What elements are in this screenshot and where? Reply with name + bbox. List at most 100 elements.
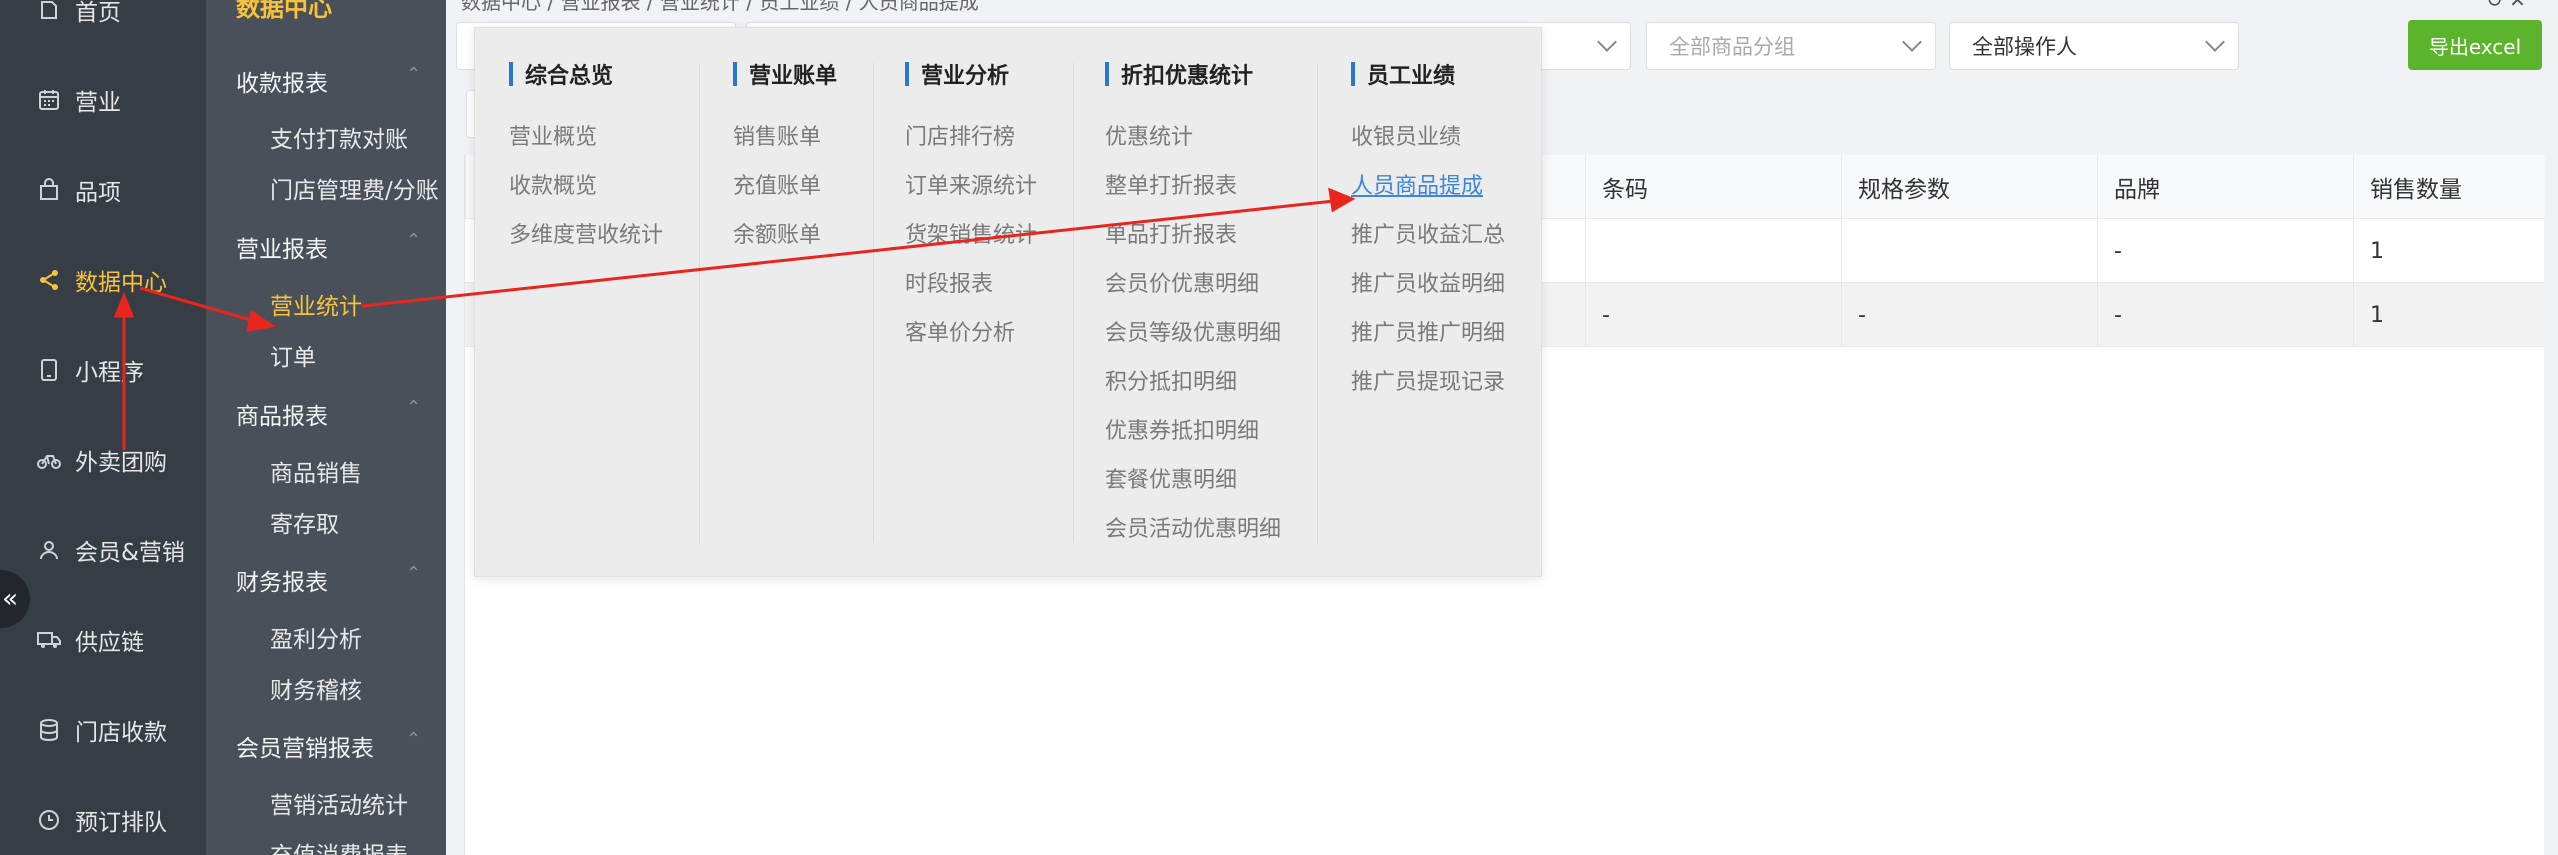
- table-cell: -: [1585, 283, 1841, 347]
- sub-section-member-marketing[interactable]: 会员营销报表 ⌃: [236, 729, 421, 763]
- sub-item-recharge-report[interactable]: 充值消费报表: [270, 836, 408, 855]
- menu-item-avg-ticket[interactable]: 客单价分析: [905, 315, 1015, 347]
- operator-select[interactable]: 全部操作人: [1949, 22, 2239, 70]
- table-cell: [1841, 219, 2097, 283]
- sub-section-finance-reports[interactable]: 财务报表 ⌃: [236, 563, 421, 597]
- menu-item-store-ranking[interactable]: 门店排行榜: [905, 119, 1015, 151]
- share-icon: [36, 267, 62, 293]
- table-cell: 1: [2353, 219, 2545, 283]
- menu-item-combo[interactable]: 套餐优惠明细: [1105, 462, 1237, 494]
- bag-icon: [36, 177, 62, 203]
- double-chevron-left-icon: «: [2, 584, 18, 614]
- nav-item-label: 外卖团购: [75, 450, 167, 476]
- table-cell: 1: [2353, 283, 2545, 347]
- nav-item-label: 首页: [75, 0, 121, 26]
- table-cell: -: [2097, 283, 2353, 347]
- nav-item-label: 品项: [75, 180, 121, 206]
- menu-item-staff-commission[interactable]: 人员商品提成: [1351, 168, 1483, 200]
- nav-item-store-payment[interactable]: 门店收款: [0, 700, 206, 760]
- sub-section-product-reports[interactable]: 商品报表 ⌃: [236, 397, 421, 431]
- menu-item-order-discount[interactable]: 整单打折报表: [1105, 168, 1237, 200]
- chevron-down-icon: [1597, 32, 1617, 52]
- home-icon: [36, 0, 62, 23]
- divider: [699, 63, 700, 543]
- product-group-select[interactable]: 全部商品分组: [1646, 22, 1936, 70]
- sub-item-product-sales[interactable]: 商品销售: [270, 454, 362, 488]
- menu-item-member-price[interactable]: 会员价优惠明细: [1105, 266, 1259, 298]
- calendar-icon: [36, 87, 62, 113]
- chevron-down-icon: [2205, 32, 2225, 52]
- nav-item-products[interactable]: 品项: [0, 160, 206, 220]
- nav-item-label: 营业: [75, 90, 121, 116]
- menu-item-promoter-summary[interactable]: 推广员收益汇总: [1351, 217, 1505, 249]
- menu-item-order-source[interactable]: 订单来源统计: [905, 168, 1037, 200]
- menu-item-payment-overview[interactable]: 收款概览: [509, 168, 597, 200]
- chevron-down-icon: [1902, 32, 1922, 52]
- menu-item-coupon[interactable]: 优惠券抵扣明细: [1105, 413, 1259, 445]
- nav-item-delivery[interactable]: 外卖团购: [0, 430, 206, 490]
- sub-section-business-reports[interactable]: 营业报表 ⌃: [236, 230, 421, 264]
- menu-item-time-report[interactable]: 时段报表: [905, 266, 993, 298]
- sub-item-profit-analysis[interactable]: 盈利分析: [270, 620, 362, 654]
- nav-item-data-center[interactable]: 数据中心: [0, 250, 206, 310]
- menu-item-member-activity[interactable]: 会员活动优惠明细: [1105, 511, 1281, 543]
- sub-item-business-stats[interactable]: 营业统计: [270, 287, 362, 321]
- menu-item-promoter-withdraw[interactable]: 推广员提现记录: [1351, 364, 1505, 396]
- menu-item-balance-bill[interactable]: 余额账单: [733, 217, 821, 249]
- table-cell: -: [1841, 283, 2097, 347]
- export-excel-button[interactable]: 导出excel: [2408, 20, 2542, 70]
- menu-column-title-discount: 折扣优惠统计: [1105, 58, 1253, 90]
- table-header-brand: 品牌: [2097, 155, 2353, 219]
- nav-item-supply-chain[interactable]: 供应链: [0, 610, 206, 670]
- chevron-up-icon: ⌃: [406, 397, 422, 418]
- chevron-up-icon: ⌃: [406, 64, 422, 85]
- menu-item-member-level[interactable]: 会员等级优惠明细: [1105, 315, 1281, 347]
- menu-item-multi-revenue[interactable]: 多维度营收统计: [509, 217, 663, 249]
- sub-nav: 数据中心 收款报表 ⌃ 支付打款对账 门店管理费/分账 营业报表 ⌃ 营业统计 订单…: [206, 0, 446, 855]
- menu-column-title-staff: 员工业绩: [1351, 58, 1455, 90]
- nav-item-home[interactable]: 首页: [0, 0, 206, 40]
- sub-item-storage[interactable]: 寄存取: [270, 505, 339, 539]
- nav-item-member[interactable]: 会员&营销: [0, 520, 206, 580]
- sub-item-store-fee[interactable]: 门店管理费/分账: [270, 171, 439, 205]
- clock-icon: [36, 807, 62, 833]
- nav-item-label: 数据中心: [75, 270, 167, 296]
- refresh-close-icons[interactable]: ↻ ✕: [2486, 0, 2526, 12]
- menu-item-recharge-bill[interactable]: 充值账单: [733, 168, 821, 200]
- nav-item-business[interactable]: 营业: [0, 70, 206, 130]
- sub-item-orders[interactable]: 订单: [270, 338, 316, 372]
- menu-item-sales-bill[interactable]: 销售账单: [733, 119, 821, 151]
- divider: [1073, 63, 1074, 543]
- sub-item-marketing-stats[interactable]: 营销活动统计: [270, 786, 408, 820]
- menu-item-points[interactable]: 积分抵扣明细: [1105, 364, 1237, 396]
- menu-item-item-discount[interactable]: 单品打折报表: [1105, 217, 1237, 249]
- menu-item-discount-stats[interactable]: 优惠统计: [1105, 119, 1193, 151]
- sub-section-payment-reports[interactable]: 收款报表 ⌃: [236, 64, 421, 98]
- menu-column-title-overview: 综合总览: [509, 58, 613, 90]
- sub-item-finance-audit[interactable]: 财务稽核: [270, 671, 362, 705]
- menu-item-promoter-promo[interactable]: 推广员推广明细: [1351, 315, 1505, 347]
- truck-icon: [36, 627, 62, 653]
- chevron-up-icon: ⌃: [406, 563, 422, 584]
- chevron-up-icon: ⌃: [406, 230, 422, 251]
- sub-item-payment-reconciliation[interactable]: 支付打款对账: [270, 120, 408, 154]
- menu-item-shelf-sales[interactable]: 货架销售统计: [905, 217, 1037, 249]
- bike-icon: [36, 447, 62, 473]
- menu-item-cashier-perf[interactable]: 收银员业绩: [1351, 119, 1461, 151]
- menu-item-promoter-detail[interactable]: 推广员收益明细: [1351, 266, 1505, 298]
- table-cell: -: [2097, 219, 2353, 283]
- nav-item-label: 供应链: [75, 630, 144, 656]
- nav-item-mini-program[interactable]: 小程序: [0, 340, 206, 400]
- table-cell: [1585, 219, 1841, 283]
- nav-item-label: 小程序: [75, 360, 144, 386]
- divider: [873, 63, 874, 543]
- menu-column-title-bills: 营业账单: [733, 58, 837, 90]
- report-mega-menu: 综合总览 营业概览 收款概览 多维度营收统计 营业账单 销售账单 充值账单 余额…: [474, 27, 1542, 577]
- nav-item-reservation[interactable]: 预订排队: [0, 790, 206, 850]
- nav-item-label: 预订排队: [75, 810, 167, 836]
- table-header-spec: 规格参数: [1841, 155, 2097, 219]
- nav-item-label: 会员&营销: [75, 540, 185, 566]
- divider: [1317, 63, 1318, 543]
- menu-column-title-analysis: 营业分析: [905, 58, 1009, 90]
- menu-item-business-overview[interactable]: 营业概览: [509, 119, 597, 151]
